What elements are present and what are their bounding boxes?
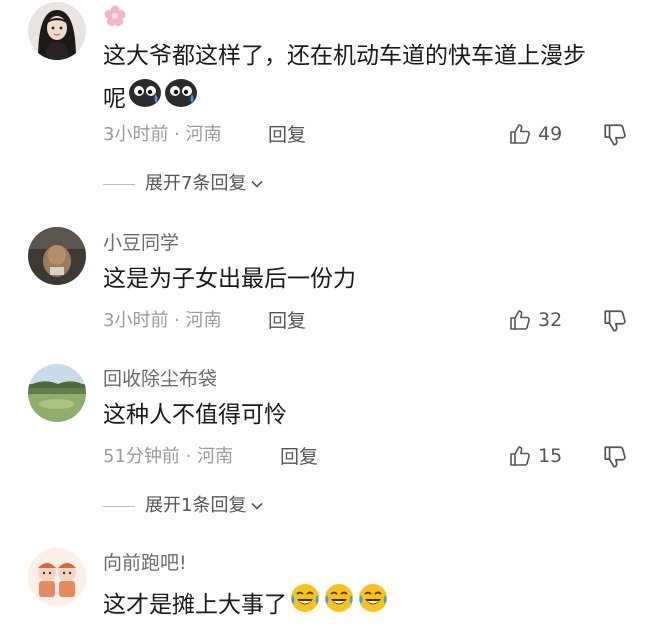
thumbs-down-icon <box>604 124 626 146</box>
dislike-button[interactable] <box>602 122 628 148</box>
reply-button[interactable]: 回复 <box>268 309 306 333</box>
laugh-cry-emoji-icon <box>323 582 355 627</box>
thumbs-down-icon <box>604 310 626 332</box>
laugh-cry-emoji-icon <box>289 582 321 627</box>
reply-button[interactable]: 回复 <box>280 445 318 469</box>
divider <box>103 183 135 185</box>
comment-text: 这大爷都这样了，还在机动车道的快车道上漫步 呢 <box>103 36 643 121</box>
comment-location: 河南 <box>185 124 222 145</box>
comment-username[interactable]: 小豆同学 <box>103 231 179 255</box>
comment-text-line-2: 呢 <box>103 76 643 121</box>
thumbs-up-icon <box>510 310 530 330</box>
sweat-emoji-icon <box>128 76 162 121</box>
chevron-down-icon <box>251 502 264 510</box>
comment-text-line: 这种人不值得可怜 <box>103 402 287 428</box>
expand-replies-button[interactable]: 展开1条回复 <box>103 494 264 518</box>
comment-time: 3小时前 <box>103 310 169 331</box>
comment-text-line-1: 这才是摊上大事了 <box>103 582 643 627</box>
dislike-button[interactable] <box>602 308 628 334</box>
avatar[interactable] <box>28 2 86 60</box>
comment-time: 51分钟前 <box>103 446 180 467</box>
comment-meta: 3小时前 · 河南 <box>103 309 222 333</box>
divider <box>103 505 135 507</box>
comment-location: 河南 <box>185 310 222 331</box>
like-count: 15 <box>538 445 563 467</box>
comment-time: 3小时前 <box>103 124 169 145</box>
like-count: 32 <box>538 309 563 331</box>
like-button[interactable]: 15 <box>508 444 562 468</box>
expand-replies-label: 展开1条回复 <box>145 495 247 516</box>
thumbs-down-icon <box>604 446 626 468</box>
dislike-button[interactable] <box>602 444 628 470</box>
comment-location: 河南 <box>197 446 234 467</box>
comment-text: 这是为子女出最后一份力 <box>103 259 643 299</box>
avatar[interactable] <box>28 227 86 285</box>
like-button[interactable]: 49 <box>508 122 562 146</box>
meta-separator: · <box>168 310 186 331</box>
comment-meta: 3小时前 · 河南 <box>103 123 222 147</box>
thumbs-up-icon <box>510 124 530 144</box>
thumbs-up-icon <box>510 446 530 466</box>
chevron-down-icon <box>251 180 264 188</box>
laugh-cry-emoji-icon <box>357 582 389 627</box>
comment-username[interactable]: 向前跑吧! <box>103 551 187 575</box>
meta-separator: · <box>168 124 186 145</box>
comment-username[interactable]: 回收除尘布袋 <box>103 367 217 391</box>
comment-meta: 51分钟前 · 河南 <box>103 445 233 469</box>
like-button[interactable]: 32 <box>508 308 562 332</box>
like-count: 49 <box>538 123 563 145</box>
expand-replies-label: 展开7条回复 <box>145 173 247 194</box>
reply-button[interactable]: 回复 <box>268 123 306 147</box>
comment-text: 这才是摊上大事了 <box>103 582 643 627</box>
sweat-emoji-icon <box>164 76 198 121</box>
meta-separator: · <box>179 446 198 467</box>
avatar[interactable] <box>28 364 86 422</box>
comment-text-line: 这大爷都这样了，还在机动车道的快车道上漫步 <box>103 43 586 69</box>
avatar[interactable] <box>28 548 86 606</box>
comment-text-line: 这是为子女出最后一份力 <box>103 266 356 292</box>
comment-text-line: 呢 <box>103 85 126 112</box>
expand-replies-button[interactable]: 展开7条回复 <box>103 172 264 196</box>
user-badge-icon <box>103 4 127 32</box>
comment-text: 这种人不值得可怜 <box>103 395 643 435</box>
